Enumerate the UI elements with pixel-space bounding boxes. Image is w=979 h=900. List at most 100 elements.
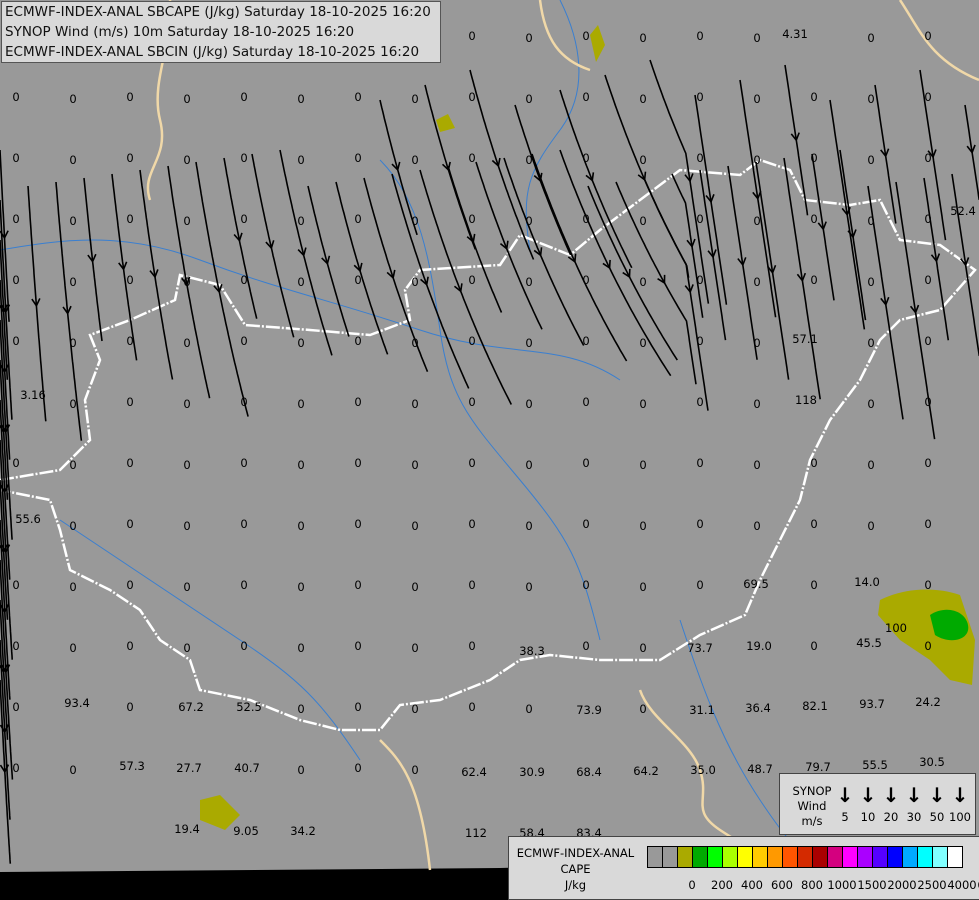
- zero-value-label: 0: [411, 214, 418, 228]
- legend-speed-100: ↓ 100: [949, 784, 971, 824]
- zero-value-label: 0: [69, 763, 76, 777]
- cape-value-label: 55.5: [862, 758, 888, 772]
- zero-value-label: 0: [297, 92, 304, 106]
- zero-value-label: 0: [354, 273, 361, 287]
- zero-value-label: 0: [126, 151, 133, 165]
- zero-value-label: 0: [468, 90, 475, 104]
- cape-legend: ECMWF-INDEX-ANAL CAPE J/kg 0 200 400 600 800…: [508, 836, 979, 900]
- zero-value-label: 0: [924, 578, 931, 592]
- zero-value-label: 0: [354, 212, 361, 226]
- color-swatch: [738, 847, 753, 867]
- title-box: ECMWF-INDEX-ANAL SBCAPE (J/kg) Saturday …: [1, 1, 441, 63]
- zero-value-label: 0: [696, 90, 703, 104]
- cape-value-label: 68.4: [576, 765, 602, 779]
- scale-tick: 0: [688, 878, 696, 892]
- zero-value-label: 0: [696, 334, 703, 348]
- zero-value-label: 0: [468, 395, 475, 409]
- zero-value-label: 0: [924, 90, 931, 104]
- zero-value-label: 0: [924, 212, 931, 226]
- wind-arrow-icon: ↓: [859, 783, 877, 807]
- color-swatch: [798, 847, 813, 867]
- legend-unit: m/s: [801, 814, 823, 828]
- zero-value-label: 0: [867, 458, 874, 472]
- scale-tick: 1500: [857, 878, 887, 892]
- zero-value-label: 0: [126, 90, 133, 104]
- zero-value-label: 0: [810, 151, 817, 165]
- zero-value-label: 0: [582, 90, 589, 104]
- zero-value-label: 0: [240, 212, 247, 226]
- speed-label: 10: [860, 810, 876, 824]
- title-synop-wind: SYNOP Wind (m/s) 10m Saturday 18-10-2025…: [5, 24, 355, 40]
- weather-map[interactable]: 4.31 52.4 3.16 57.1 118 55.6 69.5 14.0 45.5 38.3 7…: [0, 0, 979, 900]
- color-swatch: [843, 847, 858, 867]
- zero-value-label: 0: [525, 519, 532, 533]
- zero-value-label: 0: [639, 153, 646, 167]
- zero-value-label: 0: [12, 273, 19, 287]
- zero-value-label: 0: [354, 639, 361, 653]
- zero-value-label: 0: [639, 458, 646, 472]
- zero-value-label: 0: [69, 641, 76, 655]
- zero-value-label: 0: [240, 578, 247, 592]
- color-swatch: [828, 847, 843, 867]
- speed-label: 20: [883, 810, 899, 824]
- color-swatch: [678, 847, 693, 867]
- zero-value-label: 0: [297, 519, 304, 533]
- zero-value-label: 0: [525, 214, 532, 228]
- zero-value-label: 0: [411, 641, 418, 655]
- zero-value-label: 0: [126, 273, 133, 287]
- zero-value-label: 0: [12, 578, 19, 592]
- zero-value-label: 0: [354, 761, 361, 775]
- zero-value-label: 0: [582, 578, 589, 592]
- zero-value-label: 0: [582, 212, 589, 226]
- zero-value-label: 0: [69, 275, 76, 289]
- zero-value-label: 0: [12, 151, 19, 165]
- zero-value-label: 0: [468, 639, 475, 653]
- zero-value-label: 0: [126, 578, 133, 592]
- zero-value-label: 0: [582, 334, 589, 348]
- color-swatch: [648, 847, 663, 867]
- zero-value-label: 0: [582, 517, 589, 531]
- cape-value-label: 30.9: [519, 765, 545, 779]
- zero-value-label: 0: [297, 763, 304, 777]
- zero-value-label: 0: [582, 29, 589, 43]
- zero-value-label: 0: [867, 92, 874, 106]
- cape-value-label: 14.0: [854, 575, 880, 589]
- zero-value-label: 0: [639, 214, 646, 228]
- zero-value-label: 0: [240, 639, 247, 653]
- zero-value-label: 0: [12, 334, 19, 348]
- scale-tick: 2500: [917, 878, 947, 892]
- zero-value-label: 0: [639, 92, 646, 106]
- zero-value-label: 0: [69, 336, 76, 350]
- zero-value-label: 0: [126, 517, 133, 531]
- color-swatch: [858, 847, 873, 867]
- color-swatch: [663, 847, 678, 867]
- zero-value-label: 0: [924, 29, 931, 43]
- cape-value-label: 73.9: [576, 703, 602, 717]
- zero-value-label: 0: [867, 31, 874, 45]
- zero-value-label: 0: [411, 397, 418, 411]
- scale-tick: 400: [741, 878, 763, 892]
- zero-value-label: 0: [183, 458, 190, 472]
- cape-value-label: 19.4: [174, 822, 200, 836]
- zero-value-label: 0: [126, 395, 133, 409]
- zero-value-label: 0: [183, 580, 190, 594]
- scale-tick: 600: [771, 878, 793, 892]
- zero-value-label: 0: [240, 273, 247, 287]
- zero-value-label: 0: [69, 458, 76, 472]
- zero-value-label: 0: [354, 456, 361, 470]
- cape-value-label: 48.7: [747, 762, 773, 776]
- zero-value-label: 0: [924, 395, 931, 409]
- zero-value-label: 0: [354, 334, 361, 348]
- zero-value-label: 0: [69, 214, 76, 228]
- zero-value-label: 0: [468, 151, 475, 165]
- zero-value-label: 0: [810, 639, 817, 653]
- color-swatch: [903, 847, 918, 867]
- zero-value-label: 0: [867, 275, 874, 289]
- zero-value-label: 0: [297, 641, 304, 655]
- zero-value-label: 0: [297, 702, 304, 716]
- color-swatch: [918, 847, 933, 867]
- zero-value-label: 0: [525, 92, 532, 106]
- title-sbcape: ECMWF-INDEX-ANAL SBCAPE (J/kg) Saturday …: [5, 4, 431, 20]
- zero-value-label: 0: [753, 153, 760, 167]
- cape-value-label: 9.05: [233, 824, 259, 838]
